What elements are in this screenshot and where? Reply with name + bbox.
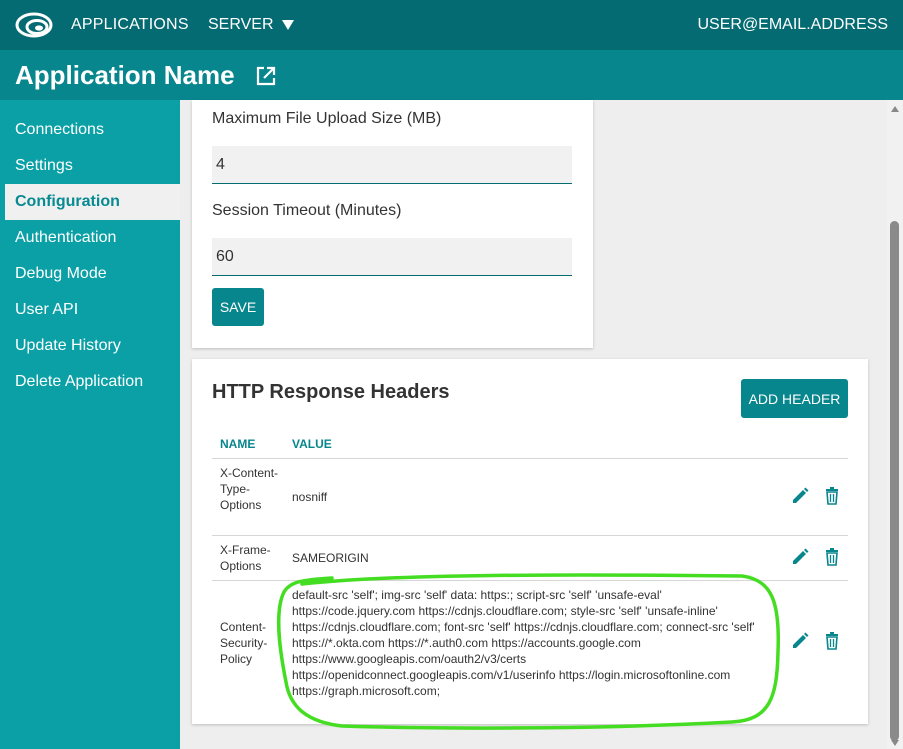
scroll-down-icon[interactable] bbox=[891, 740, 899, 746]
pencil-icon[interactable] bbox=[790, 631, 810, 651]
app-header: Application Name bbox=[0, 50, 903, 100]
header-name-cell: Content-Security-Policy bbox=[220, 620, 268, 666]
sidebar-item-connections[interactable]: Connections bbox=[5, 112, 180, 148]
row-divider bbox=[212, 580, 848, 581]
pencil-icon[interactable] bbox=[790, 486, 810, 506]
sidebar-item-delete-application[interactable]: Delete Application bbox=[5, 364, 180, 400]
header-value-cell: nosniff bbox=[292, 490, 328, 504]
session-timeout-label: Session Timeout (Minutes) bbox=[212, 202, 402, 219]
pencil-icon[interactable] bbox=[790, 547, 810, 567]
nav-user-menu[interactable]: USER@EMAIL.ADDRESS bbox=[697, 16, 888, 34]
sidebar-item-user-api[interactable]: User API bbox=[5, 292, 180, 328]
upload-size-input[interactable] bbox=[212, 146, 572, 184]
trash-icon[interactable] bbox=[822, 631, 842, 651]
session-timeout-input[interactable] bbox=[212, 238, 572, 276]
save-button[interactable]: SAVE bbox=[212, 288, 264, 326]
nav-server-label: SERVER bbox=[208, 16, 274, 33]
sidebar-item-settings[interactable]: Settings bbox=[5, 148, 180, 184]
section-title: HTTP Response Headers bbox=[212, 381, 450, 403]
row-divider bbox=[212, 535, 848, 536]
header-divider bbox=[212, 458, 848, 459]
logo-icon[interactable] bbox=[15, 12, 53, 38]
http-headers-card: HTTP Response Headers ADD HEADER NAME VA… bbox=[192, 359, 868, 724]
page-title: Application Name bbox=[15, 60, 235, 90]
column-header-value[interactable]: VALUE bbox=[292, 437, 332, 451]
sidebar-item-update-history[interactable]: Update History bbox=[5, 328, 180, 364]
header-name-cell: X-Content-Type-Options bbox=[220, 466, 279, 512]
sidebar-item-authentication[interactable]: Authentication bbox=[5, 220, 180, 256]
sidebar-item-configuration[interactable]: Configuration bbox=[5, 184, 180, 220]
trash-icon[interactable] bbox=[822, 486, 842, 506]
sidebar-item-debug-mode[interactable]: Debug Mode bbox=[5, 256, 180, 292]
config-card: Maximum File Upload Size (MB) Session Ti… bbox=[192, 100, 593, 348]
add-header-button[interactable]: ADD HEADER bbox=[741, 379, 848, 418]
trash-icon[interactable] bbox=[822, 547, 842, 567]
page-scrollbar[interactable] bbox=[887, 100, 903, 749]
nav-server-menu[interactable]: SERVER bbox=[208, 16, 294, 34]
sidebar: Connections Settings Configuration Authe… bbox=[0, 100, 180, 749]
header-value-cell: SAMEORIGIN bbox=[292, 551, 369, 565]
upload-size-label: Maximum File Upload Size (MB) bbox=[212, 110, 442, 127]
caret-down-icon bbox=[281, 20, 294, 30]
scrollbar-thumb[interactable] bbox=[890, 221, 899, 741]
header-value-cell: default-src 'self'; img-src 'self' data:… bbox=[292, 588, 755, 698]
top-navbar: APPLICATIONS SERVER USER@EMAIL.ADDRESS bbox=[0, 0, 903, 50]
external-link-icon[interactable] bbox=[255, 65, 277, 87]
header-name-cell: X-Frame-Options bbox=[220, 543, 271, 573]
scroll-up-icon[interactable] bbox=[891, 106, 899, 112]
column-header-name[interactable]: NAME bbox=[220, 437, 255, 451]
nav-applications-link[interactable]: APPLICATIONS bbox=[71, 16, 189, 34]
